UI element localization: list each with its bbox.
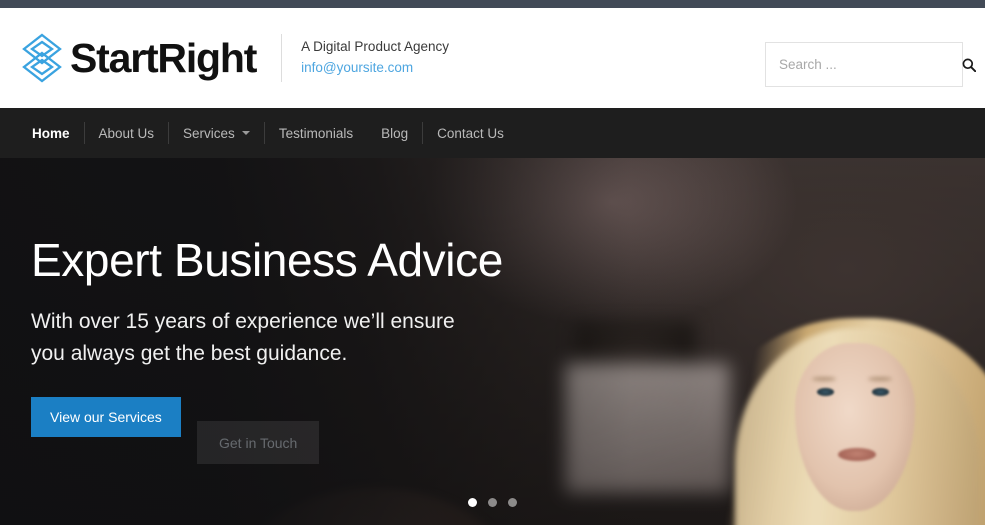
carousel-dot[interactable]	[488, 498, 497, 507]
view-services-button[interactable]: View our Services	[31, 397, 181, 438]
brand-logo[interactable]: StartRight	[20, 32, 257, 84]
carousel-dot[interactable]	[508, 498, 517, 507]
search-input[interactable]	[766, 43, 962, 86]
hero-headline: Expert Business Advice	[31, 234, 503, 286]
nav-item-label: Home	[32, 125, 70, 141]
nav-item-testimonials[interactable]: Testimonials	[265, 108, 367, 158]
logo-wordmark: StartRight	[70, 34, 257, 81]
header-tagline-block: A Digital Product Agency info@yoursite.c…	[301, 37, 449, 79]
get-in-touch-button[interactable]: Get in Touch	[197, 421, 320, 465]
chevron-down-icon	[241, 131, 250, 135]
hero-content: Expert Business Advice With over 15 year…	[31, 234, 503, 465]
nav-item-contact-us[interactable]: Contact Us	[423, 108, 518, 158]
search-box[interactable]	[765, 42, 976, 87]
nav-item-label: Contact Us	[437, 125, 504, 141]
top-accent-bar	[0, 0, 985, 8]
search-submit-button[interactable]	[962, 43, 976, 86]
search-icon	[962, 58, 976, 72]
hero-slider: Expert Business Advice With over 15 year…	[0, 158, 985, 525]
hero-subtitle-line-2: you always get the best guidance.	[31, 342, 348, 366]
nav-item-services[interactable]: Services	[169, 108, 264, 158]
hero-subtitle-line-1: With over 15 years of experience we’ll e…	[31, 310, 455, 334]
contact-email-link[interactable]: info@yoursite.com	[301, 58, 449, 79]
header-divider	[281, 34, 283, 82]
nav-item-home[interactable]: Home	[18, 108, 84, 158]
nav-item-label: Services	[183, 125, 235, 141]
nav-item-label: About Us	[98, 125, 155, 141]
nav-item-about-us[interactable]: About Us	[85, 108, 169, 158]
hero-button-group: View our Services Get in Touch	[31, 397, 503, 465]
tagline-text: A Digital Product Agency	[301, 39, 449, 55]
site-header: StartRight A Digital Product Agency info…	[0, 8, 985, 108]
carousel-dots	[0, 498, 985, 507]
nav-item-label: Blog	[381, 125, 409, 141]
nav-item-label: Testimonials	[278, 125, 354, 141]
carousel-dot[interactable]	[468, 498, 477, 507]
hero-subtitle: With over 15 years of experience we’ll e…	[31, 306, 503, 370]
layered-diamond-logo-icon	[20, 32, 64, 84]
nav-item-blog[interactable]: Blog	[367, 108, 422, 158]
main-navigation: Home About Us Services Testimonials Blog Cont…	[0, 108, 985, 158]
